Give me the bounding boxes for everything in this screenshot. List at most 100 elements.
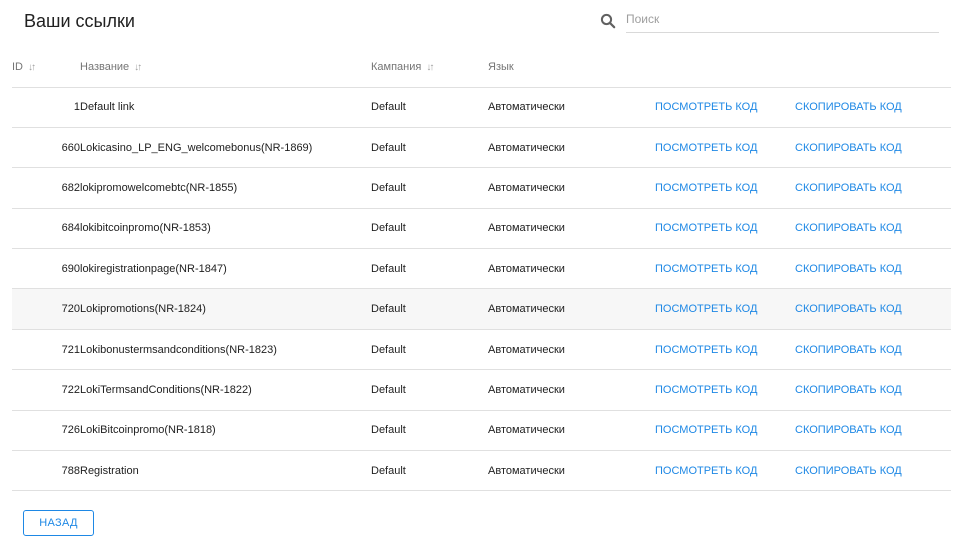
sort-icon[interactable]: ↓↑ bbox=[134, 62, 142, 73]
link-language: Автоматически bbox=[488, 127, 655, 169]
link-name: lokibitcoinpromo(NR-1853) bbox=[80, 208, 371, 250]
link-campaign: Default bbox=[371, 87, 488, 128]
table-row: 660 Lokicasino_LP_ENG_welcomebonus(NR-186… bbox=[12, 127, 951, 169]
link-name: Lokipromotions(NR-1824) bbox=[80, 288, 371, 330]
copy-code-button[interactable]: СКОПИРОВАТЬ КОД bbox=[795, 222, 902, 234]
view-code-cell: ПОСМОТРЕТЬ КОД bbox=[655, 369, 795, 411]
link-campaign: Default bbox=[371, 329, 488, 371]
links-table: ID ↓↑ Название ↓↑ Кампания ↓↑ Язык 1 Default… bbox=[12, 47, 951, 492]
link-language: Автоматически bbox=[488, 329, 655, 371]
view-code-cell: ПОСМОТРЕТЬ КОД bbox=[655, 248, 795, 290]
link-campaign: Default bbox=[371, 410, 488, 452]
column-header-campaign-label: Кампания bbox=[371, 60, 422, 73]
column-header-language: Язык bbox=[488, 47, 655, 88]
link-id: 726 bbox=[12, 410, 80, 452]
link-name: LokiBitcoinpromo(NR-1818) bbox=[80, 410, 371, 452]
link-id: 721 bbox=[12, 329, 80, 371]
view-code-cell: ПОСМОТРЕТЬ КОД bbox=[655, 410, 795, 452]
view-code-button[interactable]: ПОСМОТРЕТЬ КОД bbox=[655, 101, 757, 113]
copy-code-cell: СКОПИРОВАТЬ КОД bbox=[795, 127, 951, 169]
copy-code-button[interactable]: СКОПИРОВАТЬ КОД bbox=[795, 424, 902, 436]
link-id: 788 bbox=[12, 450, 80, 492]
sort-icon[interactable]: ↓↑ bbox=[426, 62, 434, 73]
copy-code-cell: СКОПИРОВАТЬ КОД bbox=[795, 450, 951, 492]
view-code-button[interactable]: ПОСМОТРЕТЬ КОД bbox=[655, 182, 757, 194]
search-bar bbox=[600, 10, 940, 34]
table-row: 682 lokipromowelcomebtc(NR-1855) Default Ав… bbox=[12, 167, 951, 209]
copy-code-cell: СКОПИРОВАТЬ КОД bbox=[795, 248, 951, 290]
view-code-button[interactable]: ПОСМОТРЕТЬ КОД bbox=[655, 344, 757, 356]
link-id: 684 bbox=[12, 208, 80, 250]
copy-code-button[interactable]: СКОПИРОВАТЬ КОД bbox=[795, 142, 902, 154]
table-row: 1 Default link Default Автоматически ПОСМОТР… bbox=[12, 87, 951, 128]
table-header-row: ID ↓↑ Название ↓↑ Кампания ↓↑ Язык bbox=[12, 47, 951, 88]
copy-code-cell: СКОПИРОВАТЬ КОД bbox=[795, 167, 951, 209]
link-id: 1 bbox=[12, 87, 80, 128]
link-name: Default link bbox=[80, 87, 371, 128]
link-campaign: Default bbox=[371, 127, 488, 169]
link-campaign: Default bbox=[371, 167, 488, 209]
view-code-button[interactable]: ПОСМОТРЕТЬ КОД bbox=[655, 384, 757, 396]
link-name: lokiregistrationpage(NR-1847) bbox=[80, 248, 371, 290]
copy-code-cell: СКОПИРОВАТЬ КОД bbox=[795, 87, 951, 128]
column-header-id-label: ID bbox=[12, 60, 23, 73]
link-language: Автоматически bbox=[488, 167, 655, 209]
copy-code-button[interactable]: СКОПИРОВАТЬ КОД bbox=[795, 303, 902, 315]
link-language: Автоматически bbox=[488, 288, 655, 330]
link-name: LokiTermsandConditions(NR-1822) bbox=[80, 369, 371, 411]
link-language: Автоматически bbox=[488, 208, 655, 250]
copy-code-button[interactable]: СКОПИРОВАТЬ КОД bbox=[795, 263, 902, 275]
table-row: 722 LokiTermsandConditions(NR-1822) Defaul… bbox=[12, 369, 951, 411]
view-code-button[interactable]: ПОСМОТРЕТЬ КОД bbox=[655, 222, 757, 234]
view-code-cell: ПОСМОТРЕТЬ КОД bbox=[655, 208, 795, 250]
copy-code-button[interactable]: СКОПИРОВАТЬ КОД bbox=[795, 384, 902, 396]
back-button[interactable]: НАЗАД bbox=[23, 510, 94, 536]
view-code-button[interactable]: ПОСМОТРЕТЬ КОД bbox=[655, 142, 757, 154]
link-name: Lokicasino_LP_ENG_welcomebonus(NR-1869) bbox=[80, 127, 371, 169]
link-id: 720 bbox=[12, 288, 80, 330]
table-row: 720 Lokipromotions(NR-1824) Default Автомат… bbox=[12, 288, 951, 330]
link-language: Автоматически bbox=[488, 369, 655, 411]
link-id: 690 bbox=[12, 248, 80, 290]
view-code-button[interactable]: ПОСМОТРЕТЬ КОД bbox=[655, 465, 757, 477]
copy-code-cell: СКОПИРОВАТЬ КОД bbox=[795, 410, 951, 452]
column-header-id[interactable]: ID ↓↑ bbox=[12, 47, 80, 88]
copy-code-button[interactable]: СКОПИРОВАТЬ КОД bbox=[795, 101, 902, 113]
link-name: Registration bbox=[80, 450, 371, 492]
column-header-name[interactable]: Название ↓↑ bbox=[80, 47, 371, 88]
copy-code-button[interactable]: СКОПИРОВАТЬ КОД bbox=[795, 465, 902, 477]
view-code-button[interactable]: ПОСМОТРЕТЬ КОД bbox=[655, 263, 757, 275]
link-campaign: Default bbox=[371, 208, 488, 250]
link-campaign: Default bbox=[371, 248, 488, 290]
column-header-name-label: Название bbox=[80, 60, 130, 73]
copy-code-button[interactable]: СКОПИРОВАТЬ КОД bbox=[795, 182, 902, 194]
search-input[interactable] bbox=[626, 10, 939, 33]
link-id: 682 bbox=[12, 167, 80, 209]
table-row: 788 Registration Default Автоматически ПОСМО… bbox=[12, 450, 951, 492]
link-campaign: Default bbox=[371, 369, 488, 411]
sort-icon[interactable]: ↓↑ bbox=[28, 62, 36, 73]
view-code-cell: ПОСМОТРЕТЬ КОД bbox=[655, 167, 795, 209]
link-id: 660 bbox=[12, 127, 80, 169]
column-header-empty bbox=[795, 47, 951, 88]
column-header-campaign[interactable]: Кампания ↓↑ bbox=[371, 47, 488, 88]
view-code-button[interactable]: ПОСМОТРЕТЬ КОД bbox=[655, 303, 757, 315]
column-header-empty bbox=[655, 47, 795, 88]
view-code-cell: ПОСМОТРЕТЬ КОД bbox=[655, 329, 795, 371]
column-header-language-label: Язык bbox=[488, 60, 514, 73]
link-id: 722 bbox=[12, 369, 80, 411]
copy-code-cell: СКОПИРОВАТЬ КОД bbox=[795, 208, 951, 250]
view-code-cell: ПОСМОТРЕТЬ КОД bbox=[655, 450, 795, 492]
search-icon[interactable] bbox=[600, 13, 616, 29]
copy-code-cell: СКОПИРОВАТЬ КОД bbox=[795, 288, 951, 330]
link-language: Автоматически bbox=[488, 410, 655, 452]
view-code-cell: ПОСМОТРЕТЬ КОД bbox=[655, 288, 795, 330]
view-code-button[interactable]: ПОСМОТРЕТЬ КОД bbox=[655, 424, 757, 436]
link-campaign: Default bbox=[371, 450, 488, 492]
link-campaign: Default bbox=[371, 288, 488, 330]
table-row: 690 lokiregistrationpage(NR-1847) Default А… bbox=[12, 248, 951, 290]
view-code-cell: ПОСМОТРЕТЬ КОД bbox=[655, 127, 795, 169]
copy-code-button[interactable]: СКОПИРОВАТЬ КОД bbox=[795, 344, 902, 356]
view-code-cell: ПОСМОТРЕТЬ КОД bbox=[655, 87, 795, 128]
copy-code-cell: СКОПИРОВАТЬ КОД bbox=[795, 369, 951, 411]
